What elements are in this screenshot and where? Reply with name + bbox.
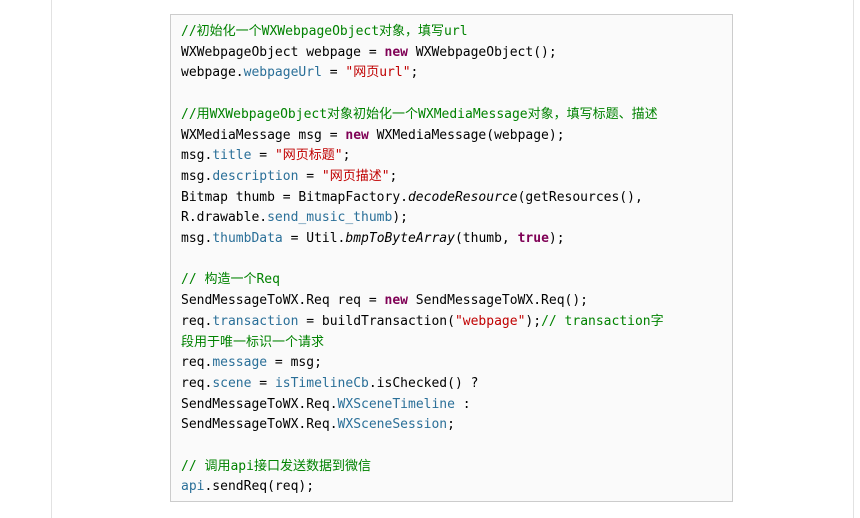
code-token-plain: = msg;: [267, 355, 322, 371]
code-line: api.sendReq(req);: [181, 477, 726, 498]
code-token-field: isTimelineCb: [274, 375, 369, 391]
code-token-plain: msg.: [181, 148, 213, 164]
code-token-plain: Bitmap thumb = BitmapFactory.: [181, 189, 408, 205]
code-token-plain: );: [548, 231, 565, 247]
code-token-italic: bmpToByteArray: [345, 231, 455, 247]
code-token-plain: WXWebpageObject();: [407, 44, 557, 60]
article-page: //初始化一个WXWebpageObject对象，填写url WXWebpageO…: [0, 0, 860, 518]
code-token-field: thumbData: [212, 231, 283, 247]
code-token-plain: (thumb,: [454, 231, 518, 247]
code-token-plain: WXWebpageObject webpage =: [181, 44, 385, 60]
code-token-field: api: [181, 479, 205, 495]
code-token-field: scene: [212, 375, 252, 391]
code-line: msg.description = "网页描述";: [181, 167, 726, 188]
code-token-comment: // 构造一个Req: [181, 272, 280, 288]
code-token-plain: = buildTransaction(: [298, 313, 455, 329]
code-token-field: send_music_thumb: [267, 210, 393, 226]
code-token-comment: // 调用api接口发送数据到微信: [181, 458, 371, 474]
code-token-plain: req.: [181, 355, 213, 371]
code-line: // 调用api接口发送数据到微信: [181, 457, 726, 478]
code-token-field: description: [212, 168, 299, 184]
code-line: SendMessageToWX.Req.WXSceneSession;: [181, 415, 726, 436]
code-token-field: title: [212, 148, 252, 164]
code-line: SendMessageToWX.Req.WXSceneTimeline :: [181, 395, 726, 416]
code-token-plain: SendMessageToWX.Req.: [181, 417, 338, 433]
code-token-plain: msg.: [181, 231, 213, 247]
code-line: WXWebpageObject webpage = new WXWebpageO…: [181, 43, 726, 64]
code-token-plain: =: [251, 375, 275, 391]
code-line: req.transaction = buildTransaction("webp…: [181, 312, 726, 333]
code-line: R.drawable.send_music_thumb);: [181, 208, 726, 229]
code-line: msg.title = "网页标题";: [181, 146, 726, 167]
code-line: webpage.webpageUrl = "网页url";: [181, 63, 726, 84]
code-token-field: webpageUrl: [243, 65, 322, 81]
code-token-plain: ;: [342, 148, 351, 164]
code-token-string: "网页描述": [321, 168, 390, 184]
code-token-plain: =: [251, 148, 275, 164]
code-line: req.scene = isTimelineCb.isChecked() ?: [181, 374, 726, 395]
code-line: //初始化一个WXWebpageObject对象，填写url: [181, 22, 726, 43]
code-line: req.message = msg;: [181, 353, 726, 374]
code-token-plain: webpage.: [181, 65, 244, 81]
code-token-plain: =: [321, 65, 346, 81]
code-token-italic: decodeResource: [407, 189, 518, 205]
code-token-plain: = Util.: [282, 231, 346, 247]
code-token-comment: 段用于唯一标识一个请求: [181, 334, 325, 350]
code-token-keyword: true: [517, 231, 549, 247]
code-line: SendMessageToWX.Req req = new SendMessag…: [181, 291, 726, 312]
code-line: //用WXWebpageObject对象初始化一个WXMediaMessage对…: [181, 105, 726, 126]
code-line: 段用于唯一标识一个请求: [181, 333, 726, 354]
code-token-keyword: new: [384, 44, 408, 60]
code-token-plain: ;: [447, 417, 455, 433]
code-token-comment: //初始化一个WXWebpageObject对象，填写url: [181, 24, 468, 39]
code-token-plain: WXMediaMessage(webpage);: [368, 127, 565, 143]
code-line: WXMediaMessage msg = new WXMediaMessage(…: [181, 126, 726, 147]
code-token-field: message: [212, 355, 268, 371]
code-token-plain: =: [298, 168, 322, 184]
content-left-border: [51, 0, 52, 518]
code-token-plain: SendMessageToWX.Req req =: [181, 293, 385, 309]
code-token-plain: ;: [389, 168, 398, 184]
code-token-plain: WXMediaMessage msg =: [181, 127, 346, 143]
code-token-field: transaction: [212, 313, 299, 329]
code-token-keyword: new: [384, 293, 408, 309]
code-token-field: WXSceneTimeline: [337, 396, 455, 412]
code-token-string: "网页url": [345, 65, 411, 81]
code-token-plain: .sendReq(req);: [204, 479, 315, 495]
code-token-plain: (getResources(),: [517, 189, 643, 205]
code-token-field: WXSceneSession: [337, 417, 448, 433]
code-token-string: "网页标题": [274, 148, 343, 164]
code-token-plain: ;: [410, 65, 419, 81]
code-token-plain: R.drawable.: [181, 210, 268, 226]
code-block: //初始化一个WXWebpageObject对象，填写url WXWebpageO…: [170, 14, 733, 502]
code-token-plain: req.: [181, 313, 213, 329]
content-right-border: [853, 0, 854, 518]
code-token-plain: );: [525, 313, 542, 329]
code-token-string: "webpage": [454, 313, 526, 329]
code-token-plain: :: [454, 396, 471, 412]
code-token-plain: req.: [181, 375, 213, 391]
code-token-plain: );: [392, 210, 408, 226]
code-listing: //初始化一个WXWebpageObject对象，填写url WXWebpageO…: [181, 22, 726, 498]
code-line: msg.thumbData = Util.bmpToByteArray(thum…: [181, 229, 726, 250]
code-token-comment: // transaction字: [541, 313, 664, 329]
code-line: // 构造一个Req: [181, 270, 726, 291]
code-line: Bitmap thumb = BitmapFactory.decodeResou…: [181, 188, 726, 209]
code-token-plain: msg.: [181, 168, 213, 184]
code-token-plain: .isChecked() ?: [368, 375, 479, 391]
code-token-plain: SendMessageToWX.Req();: [407, 293, 588, 309]
code-token-plain: SendMessageToWX.Req.: [181, 396, 338, 412]
code-token-comment: //用WXWebpageObject对象初始化一个WXMediaMessage对…: [181, 106, 658, 122]
code-token-keyword: new: [345, 127, 369, 143]
